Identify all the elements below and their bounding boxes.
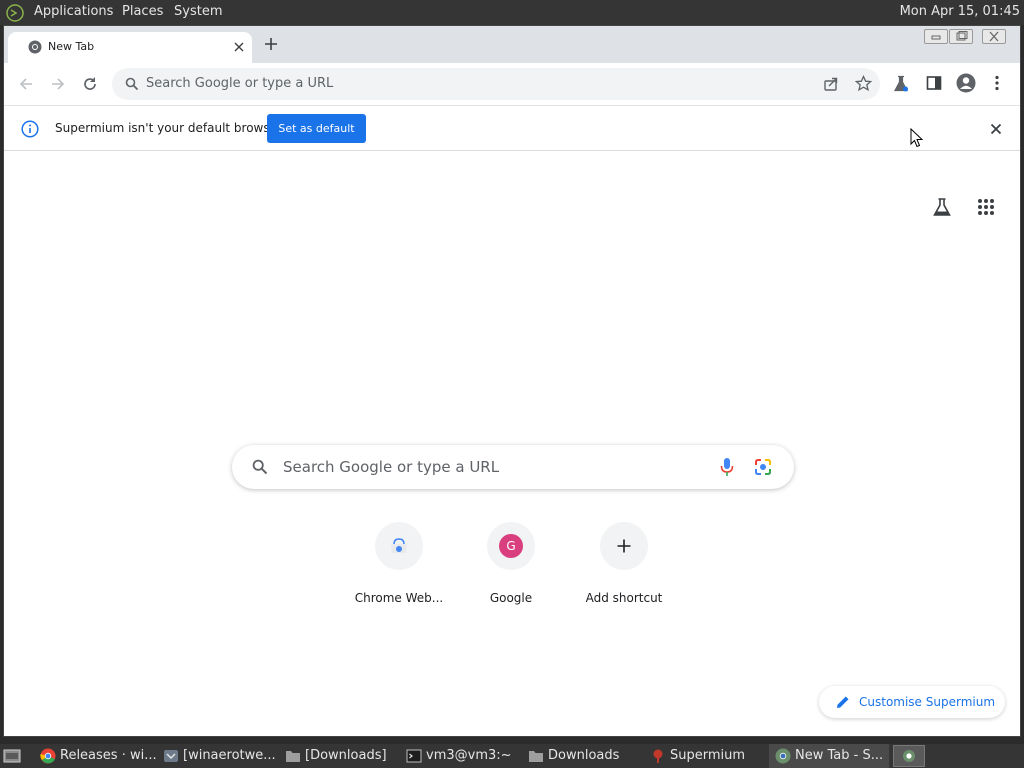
supermium-icon: [650, 748, 666, 764]
labs-icon[interactable]: [893, 75, 909, 93]
distro-logo-icon[interactable]: [6, 4, 24, 22]
search-icon: [125, 77, 139, 91]
infobar-close-icon[interactable]: [990, 123, 1002, 135]
tab-new-tab[interactable]: New Tab: [8, 32, 252, 63]
google-letter-icon: G: [499, 534, 523, 558]
minimize-button[interactable]: [924, 29, 948, 44]
ntp-search-box[interactable]: Search Google or type a URL: [232, 445, 794, 489]
close-window-button[interactable]: [982, 29, 1006, 44]
back-icon[interactable]: [18, 76, 34, 92]
pencil-icon: [836, 695, 850, 709]
maximize-button[interactable]: [949, 29, 973, 44]
taskbar-item-new-tab[interactable]: New Tab - S...: [769, 744, 889, 768]
shortcut-add[interactable]: Add shortcut: [568, 522, 680, 605]
toolbar: Search Google or type a URL: [4, 63, 1020, 105]
search-icon: [252, 459, 268, 475]
side-panel-icon[interactable]: [926, 75, 942, 91]
google-lens-icon[interactable]: [754, 458, 772, 476]
profile-avatar[interactable]: [956, 73, 976, 93]
app-icon: [163, 748, 179, 764]
reload-icon[interactable]: [82, 76, 98, 92]
set-as-default-button[interactable]: Set as default: [267, 114, 366, 143]
plus-icon: [617, 539, 631, 553]
taskbar-item-releases[interactable]: Releases · wi...: [34, 744, 156, 768]
default-browser-infobar: Supermium isn't your default browser Set…: [4, 105, 1020, 151]
terminal-icon: [406, 748, 422, 764]
bookmark-star-icon[interactable]: [855, 75, 872, 92]
taskbar-item-downloads[interactable]: Downloads: [522, 744, 642, 768]
ntp-search-placeholder: Search Google or type a URL: [283, 458, 500, 476]
microphone-icon[interactable]: [720, 457, 734, 477]
show-desktop-icon[interactable]: [3, 748, 21, 764]
infobar-message: Supermium isn't your default browser: [55, 121, 282, 135]
labs-icon[interactable]: [932, 197, 952, 217]
folder-icon: [285, 748, 301, 764]
chrome-icon: [28, 40, 42, 54]
taskbar-item-winaerotweaker[interactable]: [winaerotwe...: [157, 744, 277, 768]
chrome-web-store-icon: [390, 538, 408, 554]
share-icon[interactable]: [823, 76, 839, 92]
top-panel: Applications Places System Mon Apr 15, 0…: [0, 0, 1024, 25]
shortcut-google[interactable]: G Google: [455, 522, 567, 605]
browser-window: New Tab Search Google or type a URL Supe…: [3, 25, 1021, 737]
taskbar-item-downloads-bracketed[interactable]: [Downloads]: [279, 744, 396, 768]
taskbar: Releases · wi... [winaerotwe... [Downloa…: [0, 744, 1024, 768]
mouse-cursor-icon: [910, 128, 924, 148]
menu-places[interactable]: Places: [122, 4, 163, 19]
taskbar-item-label: Supermium: [670, 748, 746, 763]
customise-button[interactable]: Customise Supermium: [819, 686, 1005, 718]
taskbar-item-supermium[interactable]: Supermium: [644, 744, 766, 768]
tab-strip: New Tab: [4, 26, 1020, 63]
kebab-menu-icon[interactable]: [994, 75, 1000, 91]
taskbar-item-label: [Downloads]: [305, 748, 387, 763]
taskbar-item-label: New Tab - S...: [795, 748, 884, 763]
clock[interactable]: Mon Apr 15, 01:45: [900, 4, 1020, 19]
menu-applications[interactable]: Applications: [34, 4, 113, 19]
new-tab-page: Search Google or type a URL Chrome Web..…: [4, 151, 1020, 736]
address-bar[interactable]: Search Google or type a URL: [112, 68, 880, 100]
customise-label: Customise Supermium: [859, 695, 996, 709]
shortcut-chrome-web-store[interactable]: Chrome Web...: [343, 522, 455, 605]
tab-title: New Tab: [48, 40, 95, 53]
taskbar-item-label: [winaerotwe...: [183, 748, 276, 763]
folder-icon: [528, 748, 544, 764]
taskbar-item-label: Releases · wi...: [60, 748, 156, 763]
forward-icon[interactable]: [50, 76, 66, 92]
taskbar-item-terminal[interactable]: vm3@vm3:~: [400, 744, 520, 768]
taskbar-item-label: vm3@vm3:~: [426, 748, 512, 763]
info-icon: [21, 120, 39, 138]
chrome-icon: [775, 748, 791, 764]
taskbar-item-label: Downloads: [548, 748, 620, 763]
menu-system[interactable]: System: [174, 4, 222, 19]
chrome-icon: [40, 748, 56, 764]
tab-close-icon[interactable]: [233, 41, 245, 53]
shortcut-label: Add shortcut: [585, 591, 663, 605]
shortcut-label: Google: [489, 591, 533, 605]
shortcut-label: Chrome Web...: [354, 591, 444, 605]
new-tab-icon[interactable]: [264, 37, 278, 51]
address-bar-placeholder: Search Google or type a URL: [146, 76, 334, 91]
apps-grid-icon[interactable]: [977, 198, 995, 216]
workspace-switcher[interactable]: [893, 745, 925, 767]
